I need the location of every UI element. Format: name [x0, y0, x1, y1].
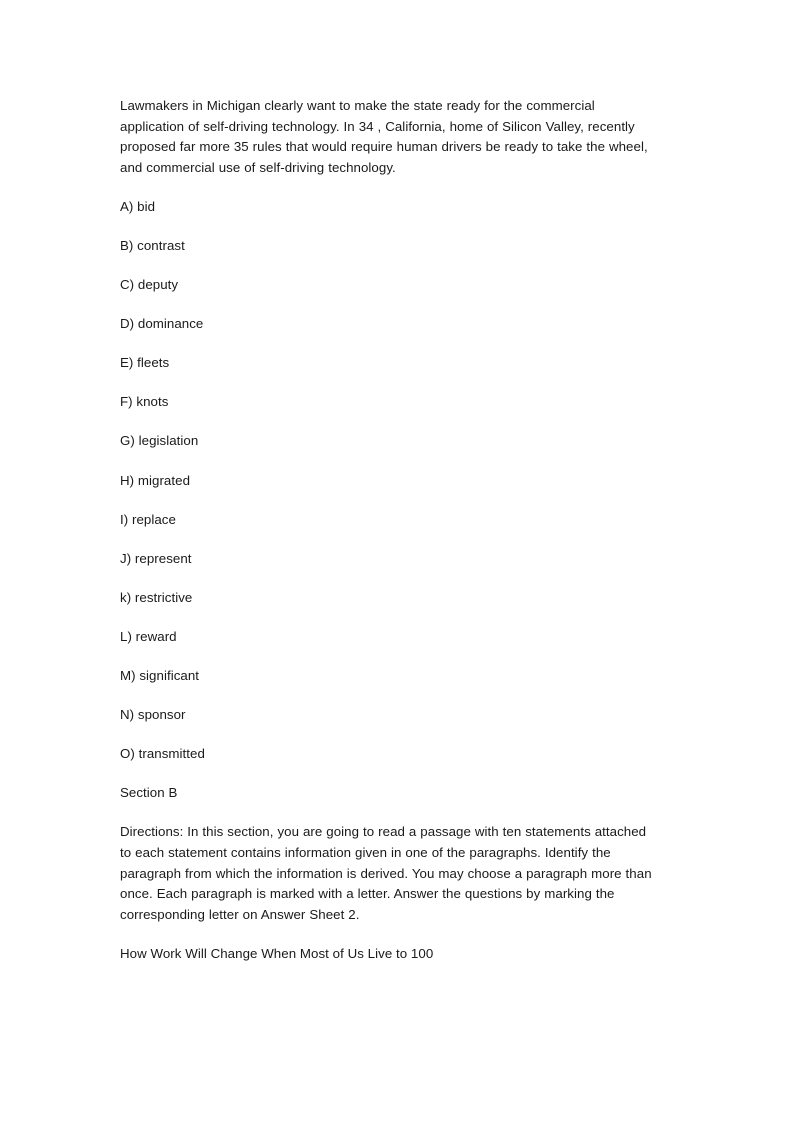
option-g[interactable]: G) legislation: [120, 431, 656, 452]
option-b[interactable]: B) contrast: [120, 236, 656, 257]
option-o[interactable]: O) transmitted: [120, 744, 656, 765]
section-heading: Section B: [120, 785, 178, 801]
answer-options-list: A) bid B) contrast C) deputy D) dominanc…: [120, 197, 656, 765]
document-body: Lawmakers in Michigan clearly want to ma…: [120, 96, 656, 964]
document-page: Lawmakers in Michigan clearly want to ma…: [0, 0, 794, 1123]
option-f[interactable]: F) knots: [120, 392, 656, 413]
option-n[interactable]: N) sponsor: [120, 705, 656, 726]
option-j[interactable]: J) represent: [120, 549, 656, 570]
option-h[interactable]: H) migrated: [120, 471, 656, 492]
passage-paragraph: Lawmakers in Michigan clearly want to ma…: [120, 98, 648, 175]
option-l[interactable]: L) reward: [120, 627, 656, 648]
directions-paragraph: Directions: In this section, you are goi…: [120, 824, 652, 922]
option-a[interactable]: A) bid: [120, 197, 656, 218]
option-e[interactable]: E) fleets: [120, 353, 656, 374]
option-m[interactable]: M) significant: [120, 666, 656, 687]
option-c[interactable]: C) deputy: [120, 275, 656, 296]
article-title: How Work Will Change When Most of Us Liv…: [120, 945, 434, 961]
option-i[interactable]: I) replace: [120, 510, 656, 531]
option-k[interactable]: k) restrictive: [120, 588, 656, 609]
option-d[interactable]: D) dominance: [120, 314, 656, 335]
